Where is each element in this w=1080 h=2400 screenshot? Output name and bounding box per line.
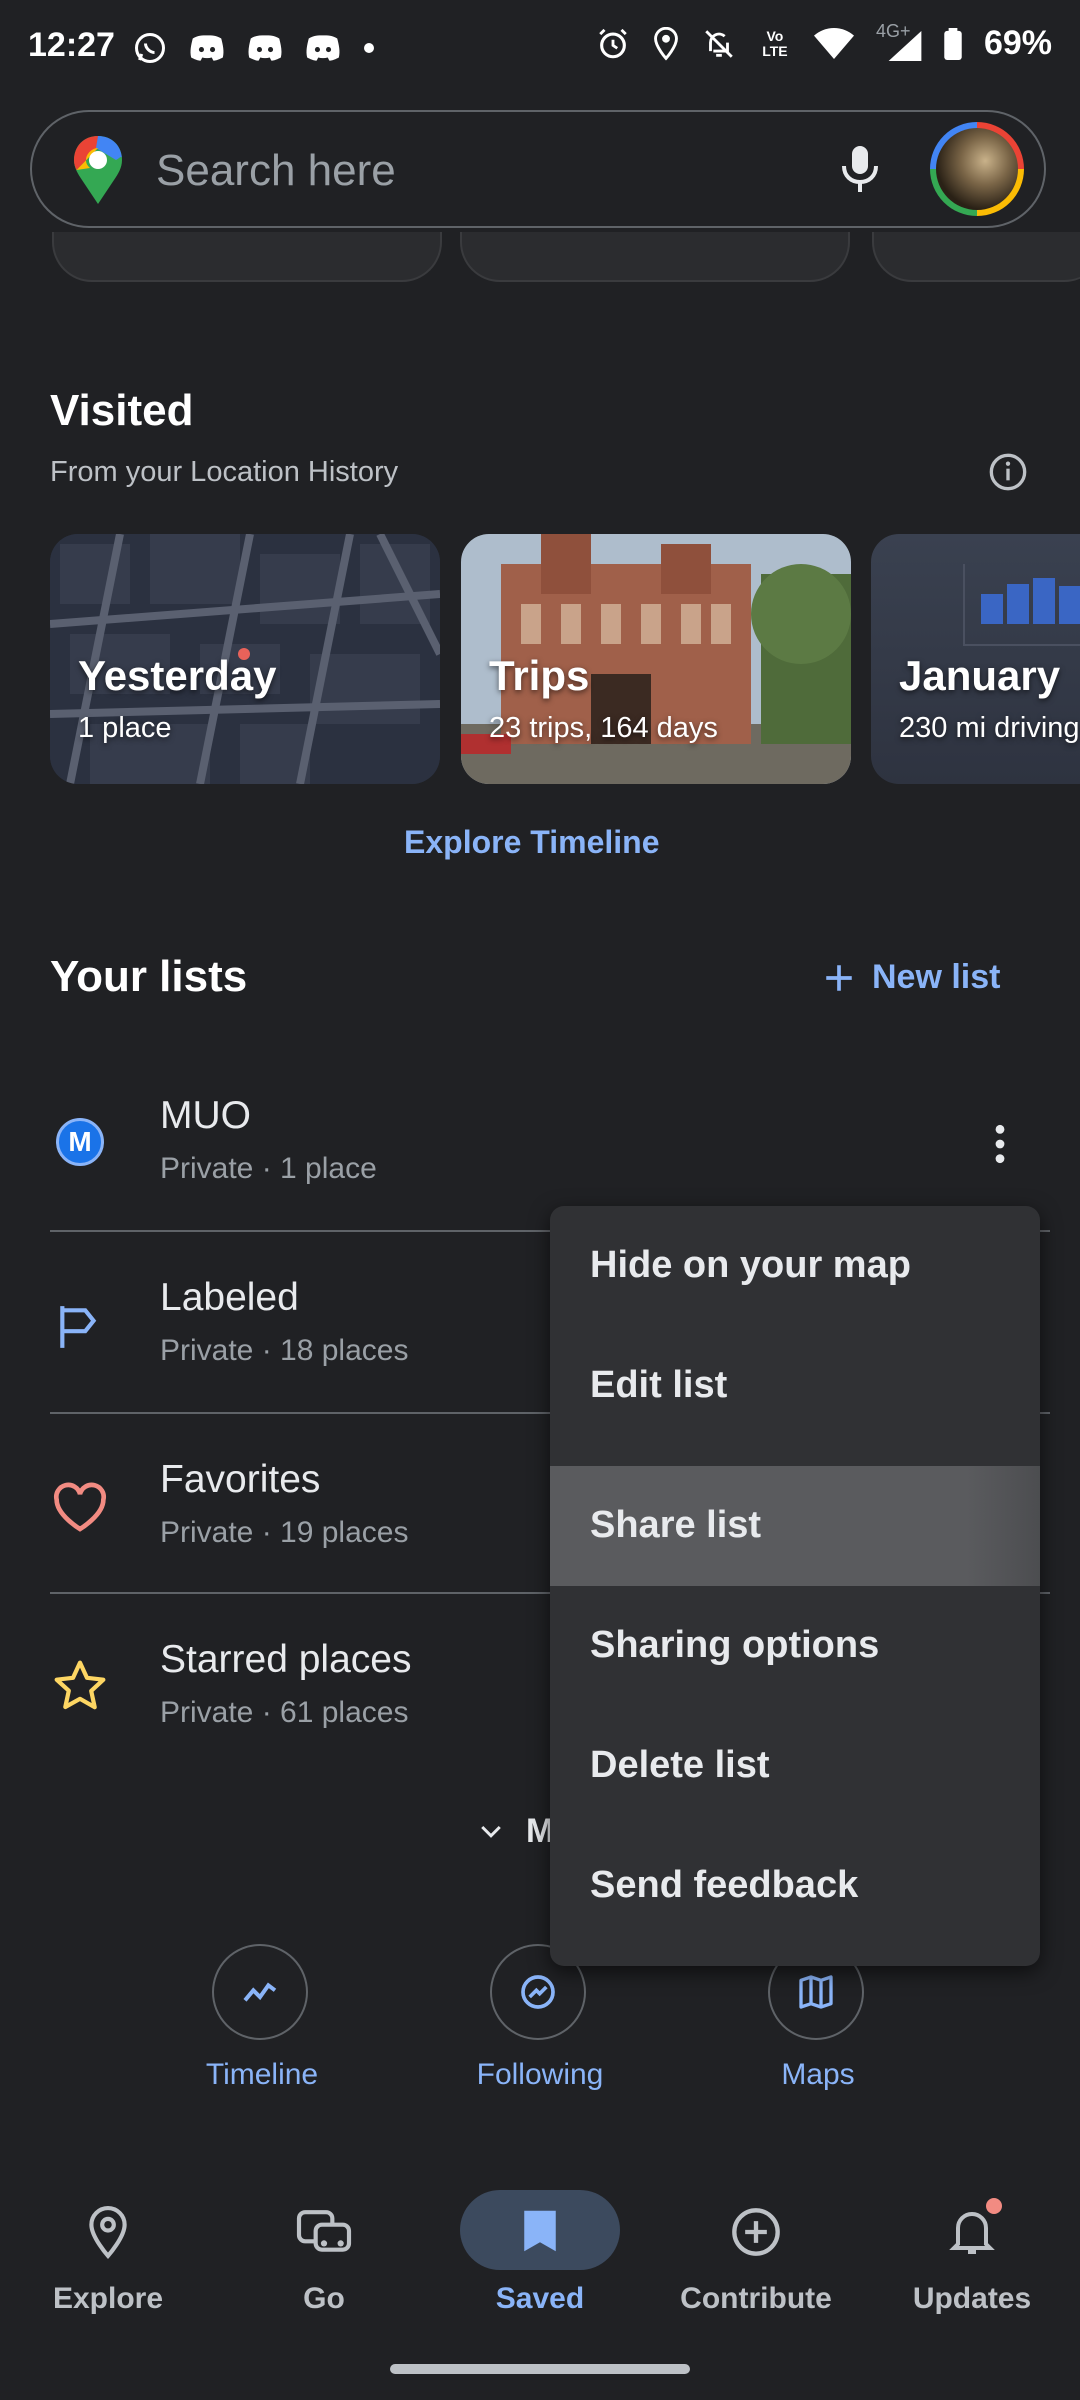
- battery-icon: [944, 27, 962, 60]
- nav-label: Updates: [912, 2282, 1032, 2315]
- chevron-down-icon: [481, 1825, 501, 1838]
- menu-item-share-list[interactable]: Share list: [550, 1466, 1040, 1586]
- timeline-label[interactable]: Timeline: [142, 2058, 382, 2092]
- new-list-label: New list: [872, 958, 1001, 996]
- nav-label: Explore: [52, 2282, 164, 2315]
- discord-icon: [306, 35, 340, 61]
- location-pin-icon: [89, 2206, 127, 2259]
- alarm-icon: [599, 28, 627, 58]
- new-list-button[interactable]: New list: [822, 958, 1000, 997]
- visited-subtitle: From your Location History: [50, 456, 399, 488]
- menu-item-label: Send feedback: [590, 1864, 859, 1906]
- google-maps-pin-icon: [74, 136, 122, 204]
- list-options-menu: Hide on your map Edit list Share list Sh…: [550, 1206, 1040, 1966]
- list-name: Labeled: [160, 1276, 299, 1319]
- notification-badge: [986, 2198, 1002, 2214]
- menu-item-edit-list[interactable]: Edit list: [550, 1326, 1040, 1446]
- timeline-icon: [243, 1982, 277, 2002]
- microphone-icon[interactable]: [840, 144, 880, 196]
- menu-item-label: Delete list: [590, 1744, 770, 1786]
- signal-icon: [888, 30, 922, 61]
- volte-icon: Vo LTE: [762, 27, 788, 59]
- bell-icon: [949, 2212, 995, 2254]
- menu-item-label: Hide on your map: [590, 1244, 911, 1286]
- card-title: Trips: [489, 652, 590, 699]
- nav-explore[interactable]: Explore: [0, 2170, 216, 2330]
- search-input[interactable]: Search here: [156, 146, 396, 196]
- mute-icon: [705, 29, 733, 58]
- explore-timeline-link[interactable]: Explore Timeline: [404, 824, 660, 861]
- following-label[interactable]: Following: [420, 2058, 660, 2092]
- list-meta: Private · 1 place: [160, 1152, 377, 1185]
- chip-stub[interactable]: [460, 232, 850, 282]
- status-bar: 12:27 Vo LTE 4G+ 69%: [0, 0, 1080, 100]
- plus-icon: [826, 964, 852, 991]
- list-item-muo[interactable]: M MUO Private · 1 place: [0, 1052, 1080, 1232]
- chip-stub[interactable]: [52, 232, 442, 282]
- card-title: Yesterday: [78, 652, 277, 699]
- battery-percent: 69%: [983, 24, 1052, 62]
- list-meta: Private · 19 places: [160, 1516, 409, 1549]
- list-meta: Private · 18 places: [160, 1334, 409, 1367]
- search-bar[interactable]: Search here: [30, 110, 1046, 228]
- menu-item-send-feedback[interactable]: Send feedback: [550, 1826, 1040, 1946]
- nav-label: Go: [303, 2282, 345, 2315]
- following-icon: [521, 1975, 555, 2009]
- list-name: Starred places: [160, 1638, 412, 1681]
- nav-go[interactable]: Go: [216, 2170, 432, 2330]
- menu-item-label: Share list: [590, 1504, 762, 1546]
- avatar-photo: [936, 128, 1018, 210]
- whatsapp-icon: [135, 33, 165, 63]
- timeline-shortcut-button[interactable]: [212, 1944, 308, 2040]
- info-icon[interactable]: [988, 452, 1028, 492]
- card-subtitle: 230 mi driving: [899, 712, 1080, 744]
- wifi-icon: [813, 27, 854, 59]
- location-icon: [654, 26, 678, 61]
- menu-item-delete-list[interactable]: Delete list: [550, 1706, 1040, 1826]
- list-name: Favorites: [160, 1458, 321, 1501]
- menu-item-hide-on-map[interactable]: Hide on your map: [550, 1206, 1040, 1326]
- dot-icon: [364, 43, 374, 53]
- card-subtitle: 1 place: [78, 712, 172, 744]
- status-time: 12:27: [28, 26, 115, 64]
- nav-contribute[interactable]: Contribute: [648, 2170, 864, 2330]
- network-indicator: 4G+: [876, 21, 922, 61]
- notification-icons: [132, 30, 376, 66]
- system-icons: Vo LTE 4G+ 69%: [596, 21, 1052, 63]
- nav-updates[interactable]: Updates: [864, 2170, 1080, 2330]
- visited-card-yesterday[interactable]: Yesterday 1 place: [50, 534, 440, 784]
- nav-saved[interactable]: Saved: [432, 2170, 648, 2330]
- menu-item-sharing-options[interactable]: Sharing options: [550, 1586, 1040, 1706]
- bookmark-icon: [524, 2210, 556, 2252]
- card-subtitle: 23 trips, 164 days: [489, 712, 718, 744]
- visited-card-january[interactable]: January 230 mi driving: [871, 534, 1080, 784]
- menu-item-label: Edit list: [590, 1364, 728, 1406]
- map-icon: [799, 1975, 833, 2009]
- chip-stub[interactable]: [872, 232, 1080, 282]
- star-icon: [54, 1660, 106, 1710]
- list-letter-icon: M: [56, 1118, 104, 1166]
- discord-icon: [248, 35, 282, 61]
- visited-card-trips[interactable]: Trips 23 trips, 164 days: [461, 534, 851, 784]
- list-name: MUO: [160, 1094, 251, 1137]
- more-options-icon[interactable]: [986, 1122, 1014, 1166]
- commute-icon: [296, 2210, 352, 2252]
- account-avatar[interactable]: [930, 122, 1024, 216]
- card-title: January: [899, 652, 1061, 699]
- your-lists-title: Your lists: [50, 952, 248, 1001]
- list-letter: M: [68, 1126, 92, 1157]
- add-circle-icon: [732, 2208, 780, 2256]
- visited-title: Visited: [50, 386, 194, 435]
- list-meta: Private · 61 places: [160, 1696, 409, 1729]
- home-indicator[interactable]: [390, 2364, 690, 2374]
- nav-label: Saved: [495, 2282, 585, 2315]
- flag-icon: [60, 1306, 97, 1348]
- menu-item-label: Sharing options: [590, 1624, 880, 1666]
- nav-label: Contribute: [680, 2282, 832, 2315]
- heart-icon: [53, 1482, 107, 1532]
- discord-icon: [190, 35, 224, 61]
- maps-label[interactable]: Maps: [698, 2058, 938, 2092]
- more-lists-button[interactable]: M: [476, 1812, 554, 1851]
